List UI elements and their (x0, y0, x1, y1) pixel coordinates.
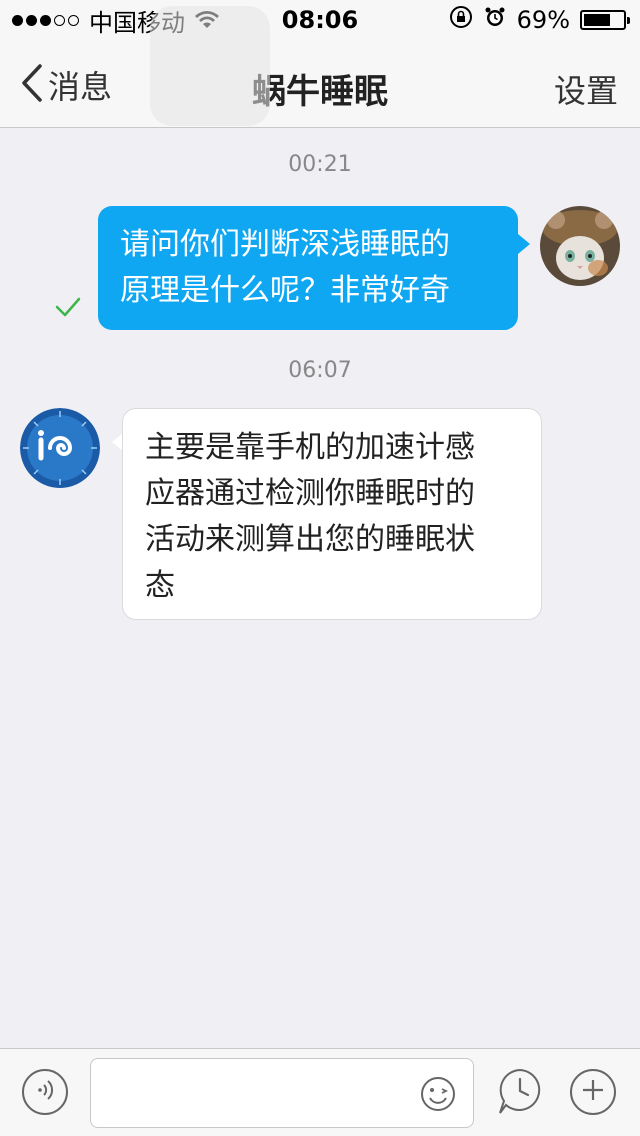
chat-title: 蜗牛睡眠 (252, 72, 388, 112)
voice-button[interactable] (22, 1069, 68, 1115)
bubble-tail (518, 234, 530, 254)
signal-strength-icon (12, 14, 79, 26)
battery-icon (580, 10, 630, 30)
incoming-message-bubble[interactable]: 主要是靠手机的加速计感 应器通过检测你睡眠时的 活动来测算出您的睡眠状 态 (122, 408, 542, 620)
sent-check-icon (54, 296, 82, 322)
message-timestamp: 00:21 (288, 152, 352, 177)
plus-icon (580, 1077, 606, 1107)
emoji-icon[interactable] (419, 1075, 457, 1117)
outgoing-message-bubble[interactable]: 请问你们判断深浅睡眠的 原理是什么呢？非常好奇 (98, 206, 518, 330)
input-bar (0, 1048, 640, 1136)
rotation-lock-icon (449, 5, 473, 35)
message-timestamp: 06:07 (288, 358, 352, 383)
navigation-bar: 消息 蜗牛睡眠 设置 (0, 40, 640, 128)
clock-button[interactable] (496, 1067, 544, 1121)
settings-button[interactable]: 设置 (554, 66, 618, 112)
bot-avatar[interactable] (20, 408, 100, 488)
battery-percent: 69% (516, 6, 570, 34)
overlay-shadow (150, 6, 270, 126)
alarm-icon (483, 5, 507, 35)
status-bar: 中国移动 08:06 69% (0, 0, 640, 40)
battery-level-fill (584, 14, 611, 26)
user-avatar[interactable] (540, 206, 620, 286)
clock-icon (496, 1068, 544, 1121)
message-input[interactable] (90, 1058, 474, 1128)
voice-icon (32, 1077, 58, 1107)
add-button[interactable] (570, 1069, 616, 1115)
